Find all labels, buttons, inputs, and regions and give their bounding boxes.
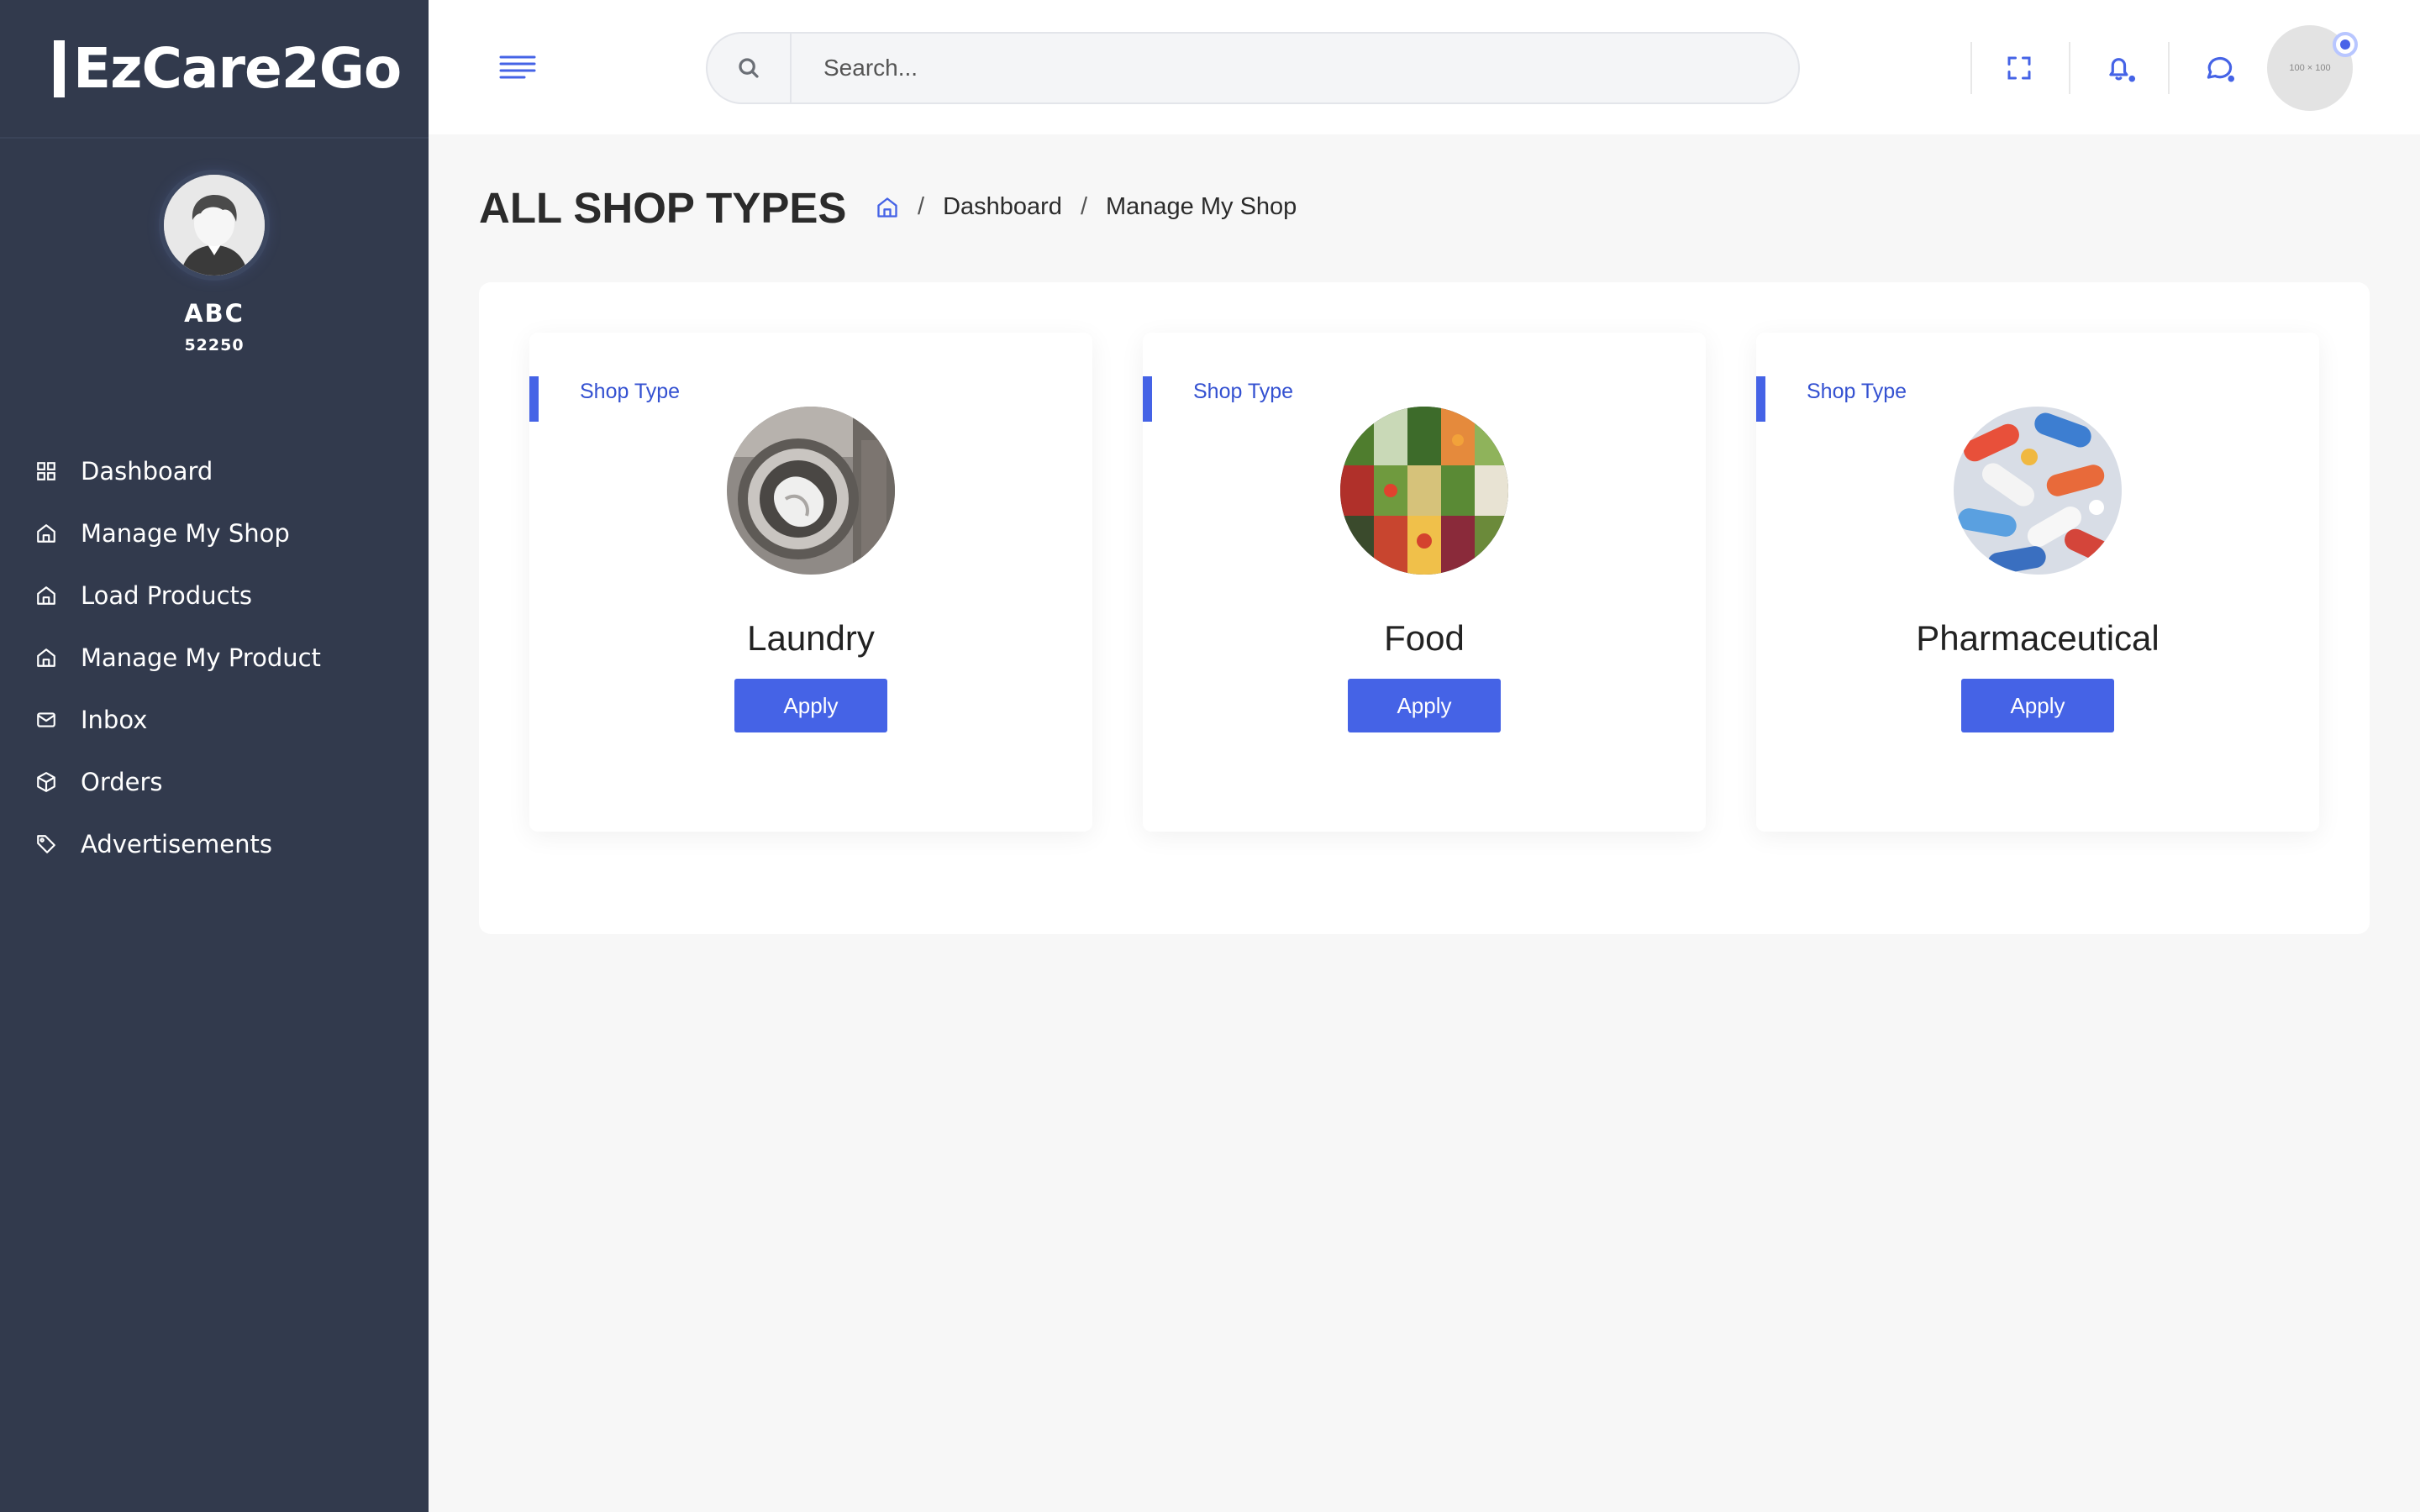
shop-type-name: Laundry <box>747 618 875 658</box>
shop-type-label: Shop Type <box>1807 380 1907 403</box>
breadcrumb-separator: / <box>918 193 925 220</box>
apply-button-pharmaceutical[interactable]: Apply <box>1961 679 2114 732</box>
pharmaceutical-image <box>1954 407 2122 575</box>
search-bar <box>706 32 1800 104</box>
sidebar-item-orders[interactable]: Orders <box>0 751 429 813</box>
sidebar-item-advertisements[interactable]: Advertisements <box>0 813 429 875</box>
page-title: ALL SHOP TYPES <box>479 184 847 232</box>
brand-logo[interactable]: EzCare2Go <box>0 0 429 139</box>
shop-types-panel: Shop Type Laundry Apply Shop Type Food A… <box>479 282 2370 934</box>
sidebar-item-label: Dashboard <box>81 457 213 486</box>
breadcrumb-dashboard[interactable]: Dashboard <box>943 193 1062 221</box>
home-icon <box>34 521 59 546</box>
home-icon[interactable] <box>876 196 899 219</box>
online-status-icon <box>2333 32 2358 57</box>
user-avatar-icon[interactable] <box>164 175 265 276</box>
shop-type-card-pharmaceutical: Shop Type Pharmaceutical Apply <box>1756 333 2319 832</box>
shop-type-label: Shop Type <box>1193 380 1294 403</box>
card-accent <box>1143 376 1152 422</box>
breadcrumb-separator: / <box>1080 193 1087 220</box>
search-input[interactable] <box>792 34 1798 102</box>
shop-type-name: Food <box>1384 618 1465 658</box>
top-header: 100 × 100 <box>429 0 2420 134</box>
sidebar-nav: Dashboard Manage My Shop Load Products M… <box>0 440 429 875</box>
header-divider <box>1970 42 1972 94</box>
mail-icon <box>34 707 59 732</box>
chat-icon[interactable] <box>2200 49 2238 87</box>
bell-icon[interactable] <box>2101 49 2139 87</box>
sidebar-item-load-products[interactable]: Load Products <box>0 564 429 627</box>
home-icon <box>34 583 59 608</box>
sidebar-item-manage-my-product[interactable]: Manage My Product <box>0 627 429 689</box>
apply-button-laundry[interactable]: Apply <box>734 679 887 732</box>
user-id: 52250 <box>184 336 245 354</box>
laundry-image <box>727 407 895 575</box>
shop-type-card-food: Shop Type Food Apply <box>1143 333 1706 832</box>
brand-bar <box>54 39 65 97</box>
breadcrumb: / Dashboard / Manage My Shop <box>876 193 1297 221</box>
fullscreen-icon[interactable] <box>2000 49 2039 87</box>
box-icon <box>34 769 59 795</box>
header-divider <box>2168 42 2170 94</box>
shop-type-card-laundry: Shop Type Laundry Apply <box>529 333 1092 832</box>
sidebar-item-label: Manage My Product <box>81 643 321 672</box>
food-image <box>1340 407 1508 575</box>
avatar-placeholder-text: 100 × 100 <box>2289 63 2331 73</box>
brand-name: EzCare2Go <box>73 36 402 101</box>
card-accent <box>1756 376 1765 422</box>
sidebar-item-inbox[interactable]: Inbox <box>0 689 429 751</box>
user-name: ABC <box>184 299 245 328</box>
sidebar-item-label: Advertisements <box>81 830 272 858</box>
sidebar-item-dashboard[interactable]: Dashboard <box>0 440 429 502</box>
home-icon <box>34 645 59 670</box>
apply-button-food[interactable]: Apply <box>1348 679 1501 732</box>
sidebar-item-label: Load Products <box>81 581 253 610</box>
shop-type-name: Pharmaceutical <box>1916 618 2160 658</box>
sidebar-item-label: Inbox <box>81 706 148 734</box>
shop-type-label: Shop Type <box>580 380 681 403</box>
search-icon[interactable] <box>708 32 792 104</box>
header-divider <box>2069 42 2070 94</box>
sidebar-item-manage-my-shop[interactable]: Manage My Shop <box>0 502 429 564</box>
grid-icon <box>34 459 59 484</box>
breadcrumb-manage-my-shop: Manage My Shop <box>1106 193 1297 220</box>
sidebar: EzCare2Go ABC 52250 Dashboard Manage My … <box>0 0 429 1512</box>
user-profile: ABC 52250 <box>0 175 429 354</box>
sidebar-item-label: Manage My Shop <box>81 519 290 548</box>
tag-icon <box>34 832 59 857</box>
menu-icon[interactable] <box>499 54 536 82</box>
sidebar-item-label: Orders <box>81 768 163 796</box>
card-accent <box>529 376 539 422</box>
